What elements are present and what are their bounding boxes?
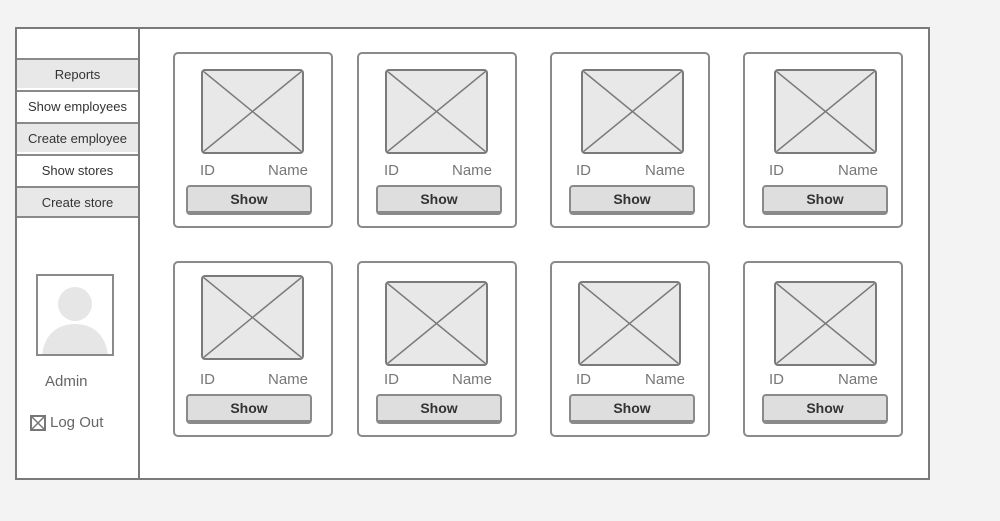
image-placeholder-icon xyxy=(385,281,488,366)
card-name-label: Name xyxy=(838,371,879,388)
card-id-label: ID xyxy=(769,371,784,388)
show-button[interactable]: Show xyxy=(376,394,502,424)
card-id-label: ID xyxy=(200,162,215,179)
sidebar-item-show-stores[interactable]: Show stores xyxy=(17,154,138,184)
sidebar-item-create-employee[interactable]: Create employee xyxy=(17,122,138,152)
card-name-label: Name xyxy=(268,162,309,179)
image-placeholder-icon xyxy=(578,281,681,366)
sidebar-item-create-store[interactable]: Create store xyxy=(17,186,138,216)
card-name-label: Name xyxy=(268,371,309,388)
show-button[interactable]: Show xyxy=(762,185,888,215)
image-placeholder-icon xyxy=(581,69,684,154)
sidebar-item-label: Show employees xyxy=(28,98,127,114)
store-card: ID Name Show xyxy=(173,261,333,437)
sidebar-item-label: Create employee xyxy=(28,130,127,146)
store-card: ID Name Show xyxy=(173,52,333,228)
store-card: ID Name Show xyxy=(357,261,517,437)
show-button[interactable]: Show xyxy=(762,394,888,424)
show-button[interactable]: Show xyxy=(186,185,312,215)
store-card: ID Name Show xyxy=(743,261,903,437)
sidebar-item-show-employees[interactable]: Show employees xyxy=(17,90,138,120)
card-id-label: ID xyxy=(576,162,591,179)
avatar-silhouette xyxy=(42,287,108,354)
store-card: ID Name Show xyxy=(357,52,517,228)
show-button[interactable]: Show xyxy=(376,185,502,215)
show-button[interactable]: Show xyxy=(569,394,695,424)
card-name-label: Name xyxy=(838,162,879,179)
card-name-label: Name xyxy=(452,162,493,179)
close-box-icon xyxy=(30,414,46,431)
sidebar-item-label: Reports xyxy=(54,66,101,82)
image-placeholder-icon xyxy=(201,69,304,154)
card-id-label: ID xyxy=(384,371,399,388)
card-id-label: ID xyxy=(384,162,399,179)
card-name-label: Name xyxy=(452,371,493,388)
store-card: ID Name Show xyxy=(743,52,903,228)
card-id-label: ID xyxy=(769,162,784,179)
logout-button[interactable]: Log Out xyxy=(30,414,103,431)
app-window: Reports Show employees Create employee S… xyxy=(15,27,930,480)
image-placeholder-icon xyxy=(774,69,877,154)
sidebar-divider xyxy=(17,216,138,218)
user-avatar-icon xyxy=(36,274,114,356)
sidebar: Reports Show employees Create employee S… xyxy=(17,29,140,478)
card-id-label: ID xyxy=(200,371,215,388)
logout-label: Log Out xyxy=(50,414,104,431)
store-card: ID Name Show xyxy=(550,52,710,228)
card-name-label: Name xyxy=(645,162,686,179)
show-button[interactable]: Show xyxy=(569,185,695,215)
sidebar-item-label: Create store xyxy=(41,194,114,210)
card-name-label: Name xyxy=(645,371,686,388)
store-card: ID Name Show xyxy=(550,261,710,437)
image-placeholder-icon xyxy=(385,69,488,154)
image-placeholder-icon xyxy=(201,275,304,360)
sidebar-item-label: Show stores xyxy=(41,162,114,178)
card-id-label: ID xyxy=(576,371,591,388)
image-placeholder-icon xyxy=(774,281,877,366)
user-name-label: Admin xyxy=(45,373,88,390)
show-button[interactable]: Show xyxy=(186,394,312,424)
sidebar-item-reports[interactable]: Reports xyxy=(17,58,138,88)
